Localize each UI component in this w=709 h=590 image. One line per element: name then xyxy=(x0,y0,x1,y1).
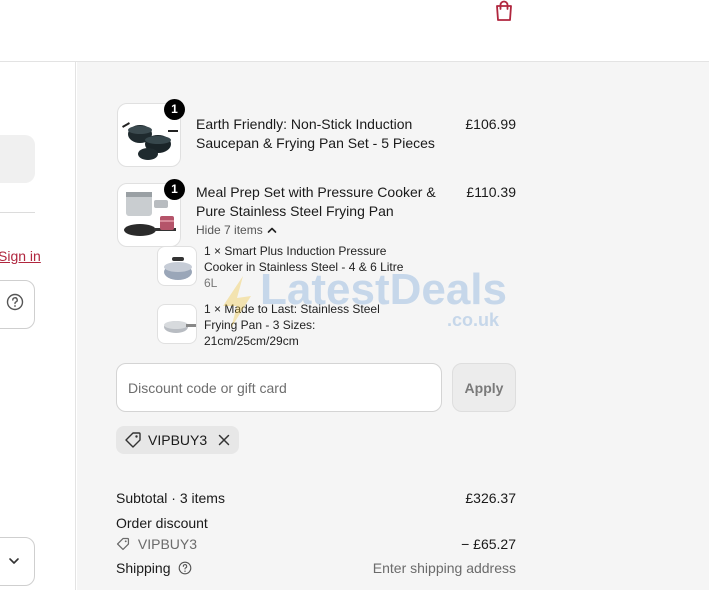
subtotal-label: Subtotal · 3 items xyxy=(116,490,225,506)
product-price: £106.99 xyxy=(465,116,516,132)
discount-code-row: VIPBUY3 − £65.27 xyxy=(116,536,516,552)
product-title: Earth Friendly: Non-Stick Induction Sauc… xyxy=(196,116,435,151)
bundle-thumbnail xyxy=(157,246,197,286)
help-circle-icon[interactable] xyxy=(178,561,192,575)
express-checkout-button[interactable] xyxy=(0,135,35,183)
shopping-bag-icon[interactable] xyxy=(493,0,515,22)
shipping-row: Shipping Enter shipping address xyxy=(116,560,516,576)
tag-icon xyxy=(125,432,141,448)
order-summary: 1 Earth Friendly: Non-Stick Induction Sa… xyxy=(77,62,709,590)
bundle-item-text: 1 × Made to Last: Stainless Steel Frying… xyxy=(204,301,404,349)
sign-in-link[interactable]: Sign in xyxy=(0,248,41,264)
subtotal-value: £326.37 xyxy=(465,490,516,506)
toggle-label: Hide 7 items xyxy=(196,223,263,237)
shipping-label: Shipping xyxy=(116,560,171,576)
checkout-page: Sign in 1 Earth Friendly: Non-Stick Indu… xyxy=(0,0,709,590)
watermark-line2: .co.uk xyxy=(447,310,500,330)
order-discount-row: Order discount xyxy=(116,515,516,531)
help-circle-icon[interactable] xyxy=(6,293,24,311)
bundle-item-name: 1 × Smart Plus Induction Pressure Cooker… xyxy=(204,244,404,274)
bundle-item-name: 1 × Made to Last: Stainless Steel Frying… xyxy=(204,302,380,348)
close-icon[interactable] xyxy=(217,433,231,447)
applied-discount-chip: VIPBUY3 xyxy=(116,426,240,454)
order-discount-label: Order discount xyxy=(116,515,208,531)
chevron-up-icon xyxy=(267,227,277,233)
apply-button[interactable]: Apply xyxy=(452,363,516,412)
quantity-badge: 1 xyxy=(164,99,185,120)
product-title: Meal Prep Set with Pressure Cooker & Pur… xyxy=(196,184,436,219)
divider xyxy=(0,212,35,213)
chevron-down-icon xyxy=(9,558,19,564)
hide-items-toggle[interactable]: Hide 7 items xyxy=(196,223,277,237)
shipping-value: Enter shipping address xyxy=(372,560,516,576)
tag-icon xyxy=(116,537,130,551)
header xyxy=(0,0,709,62)
bundle-item-variant: 6L xyxy=(204,276,218,290)
discount-code-input[interactable] xyxy=(116,363,442,412)
subtotal-row: Subtotal · 3 items £326.37 xyxy=(116,490,516,506)
applied-discount-code: VIPBUY3 xyxy=(148,432,208,448)
product-price: £110.39 xyxy=(466,184,516,200)
discount-value: − £65.27 xyxy=(461,536,516,552)
bundle-item-text: 1 × Smart Plus Induction Pressure Cooker… xyxy=(204,243,404,291)
discount-code-label: VIPBUY3 xyxy=(137,536,198,552)
main-form-column: Sign in xyxy=(0,62,76,590)
quantity-badge: 1 xyxy=(164,179,185,200)
bundle-thumbnail xyxy=(157,304,197,344)
